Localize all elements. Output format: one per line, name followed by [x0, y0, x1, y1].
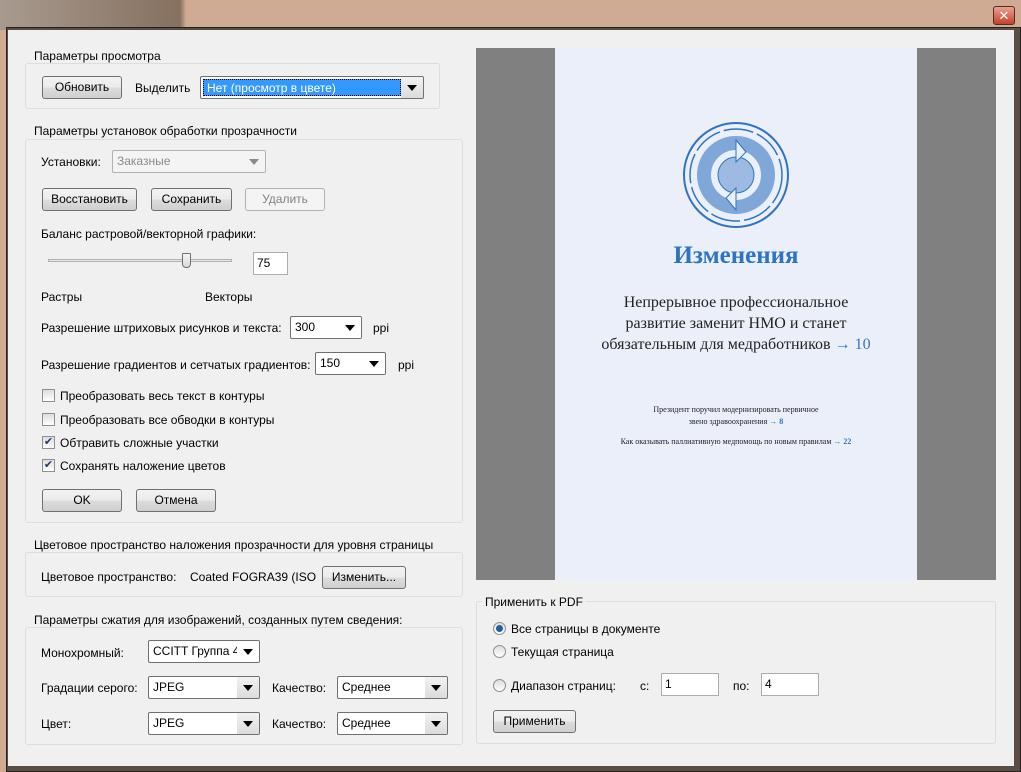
line-res-label: Разрешение штриховых рисунков и текста:: [41, 321, 282, 335]
chevron-down-icon: [237, 677, 259, 698]
highlight-select[interactable]: Нет (просмотр в цвете): [200, 76, 424, 99]
balance-slider-thumb[interactable]: [182, 253, 191, 268]
item1-line: Президент поручил модернизировать первич…: [653, 405, 819, 414]
color-quality-select[interactable]: Среднее: [337, 712, 448, 735]
preview-title: Изменения: [673, 242, 799, 269]
colorspace-legend: Цветовое пространство наложения прозрачн…: [31, 538, 437, 552]
preset-select[interactable]: Заказные: [112, 150, 266, 173]
subtitle-ref: → 10: [834, 336, 871, 353]
gray-quality-value: Среднее: [342, 680, 391, 694]
balance-slider[interactable]: [48, 259, 232, 262]
vector-label: Векторы: [205, 290, 253, 304]
checkbox-label[interactable]: Преобразовать весь текст в контуры: [60, 389, 264, 403]
preset-legend: Параметры установок обработки прозрачнос…: [31, 124, 301, 138]
item2-ref: → 22: [833, 437, 852, 446]
balance-input[interactable]: 75: [253, 252, 288, 275]
ok-button[interactable]: OK: [42, 489, 122, 512]
colorspace-label: Цветовое пространство:: [41, 570, 177, 584]
chevron-down-icon: [425, 713, 447, 734]
close-icon: ✕: [998, 8, 1010, 23]
to-label: по:: [733, 679, 750, 693]
preview-item1: Президент поручил модернизировать первич…: [555, 404, 917, 428]
checkbox-label[interactable]: Преобразовать все обводки в контуры: [60, 413, 274, 427]
raster-label: Растры: [41, 290, 83, 304]
view-legend: Параметры просмотра: [31, 49, 164, 63]
item2-text: Как оказывать паллиативную медпомощь по …: [620, 437, 832, 446]
highlight-label: Выделить: [135, 81, 191, 95]
from-label: с:: [640, 679, 650, 693]
chevron-down-icon: [401, 77, 423, 98]
preview-page: Изменения Непрерывное профессиональное р…: [555, 48, 917, 580]
current-page-label[interactable]: Текущая страница: [511, 645, 614, 659]
mono-label: Монохромный:: [41, 646, 124, 660]
checkbox-label[interactable]: Сохранять наложение цветов: [60, 459, 226, 473]
checkbox[interactable]: ✔: [42, 436, 55, 449]
gradient-res-label: Разрешение градиентов и сетчатых градиен…: [41, 358, 311, 372]
chevron-down-icon: [339, 317, 361, 338]
chevron-down-icon: [237, 641, 259, 662]
colorspace-value: Coated FOGRA39 (ISO: [190, 570, 317, 584]
item1-ref: → 8: [769, 417, 784, 426]
gradient-res-value: 150: [320, 356, 341, 370]
item1-line: звено здравоохранения: [688, 417, 768, 426]
from-page-input[interactable]: 1: [661, 673, 719, 696]
change-colorspace-button[interactable]: Изменить...: [322, 566, 406, 589]
apply-button[interactable]: Применить: [493, 710, 576, 733]
gray-quality-label: Качество:: [272, 681, 327, 695]
highlight-value: Нет (просмотр в цвете): [203, 79, 401, 96]
subtitle-line: Непрерывное профессиональное: [623, 294, 849, 311]
mono-value: CCITT Группа 4: [153, 644, 240, 658]
preset-label: Установки:: [41, 155, 101, 169]
preview-item2: Как оказывать паллиативную медпомощь по …: [555, 437, 917, 446]
save-button[interactable]: Сохранить: [151, 188, 232, 211]
gray-label: Градации серого:: [41, 681, 138, 695]
chevron-down-icon: [243, 151, 265, 172]
cancel-button[interactable]: Отмена: [136, 489, 216, 512]
radio-all-pages[interactable]: [493, 622, 506, 635]
chevron-down-icon: [425, 677, 447, 698]
color-select[interactable]: JPEG: [148, 712, 260, 735]
refresh-button[interactable]: Обновить: [42, 76, 122, 99]
color-quality-label: Качество:: [272, 717, 327, 731]
gray-select[interactable]: JPEG: [148, 676, 260, 699]
subtitle-line: обязательным для медработников: [601, 336, 831, 353]
checkbox-label[interactable]: Обтравить сложные участки: [60, 436, 219, 450]
to-page-input[interactable]: 4: [761, 673, 819, 696]
compression-legend: Параметры сжатия для изображений, создан…: [31, 613, 406, 627]
all-pages-label[interactable]: Все страницы в документе: [511, 622, 660, 636]
chevron-down-icon: [363, 353, 385, 374]
apply-legend: Применить к PDF: [482, 595, 586, 609]
ppi-label: ppi: [373, 321, 390, 335]
ppi-label: ppi: [398, 358, 415, 372]
mono-select[interactable]: CCITT Группа 4: [148, 640, 260, 663]
refresh-emblem-icon: [683, 122, 789, 228]
color-label: Цвет:: [41, 717, 72, 731]
delete-button[interactable]: Удалить: [245, 188, 325, 211]
gradient-res-select[interactable]: 150: [315, 352, 386, 375]
preset-value: Заказные: [117, 154, 171, 168]
gray-value: JPEG: [153, 680, 185, 694]
preview-subtitle: Непрерывное профессиональное развитие за…: [555, 292, 917, 355]
close-button[interactable]: ✕: [993, 6, 1015, 25]
desktop-background: [0, 0, 1021, 30]
radio-page-range[interactable]: [493, 679, 506, 692]
line-res-select[interactable]: 300: [290, 316, 362, 339]
balance-label: Баланс растровой/векторной графики:: [41, 227, 257, 241]
color-quality-value: Среднее: [342, 716, 391, 730]
page-range-label[interactable]: Диапазон страниц:: [511, 679, 616, 693]
line-res-value: 300: [295, 320, 316, 334]
chevron-down-icon: [237, 713, 259, 734]
checkbox[interactable]: [42, 389, 55, 402]
subtitle-line: развитие заменит НМО и станет: [625, 315, 847, 332]
gray-quality-select[interactable]: Среднее: [337, 676, 448, 699]
restore-button[interactable]: Восстановить: [42, 188, 137, 211]
checkbox[interactable]: [42, 413, 55, 426]
checkbox[interactable]: ✔: [42, 459, 55, 472]
radio-current-page[interactable]: [493, 645, 506, 658]
color-value: JPEG: [153, 716, 185, 730]
